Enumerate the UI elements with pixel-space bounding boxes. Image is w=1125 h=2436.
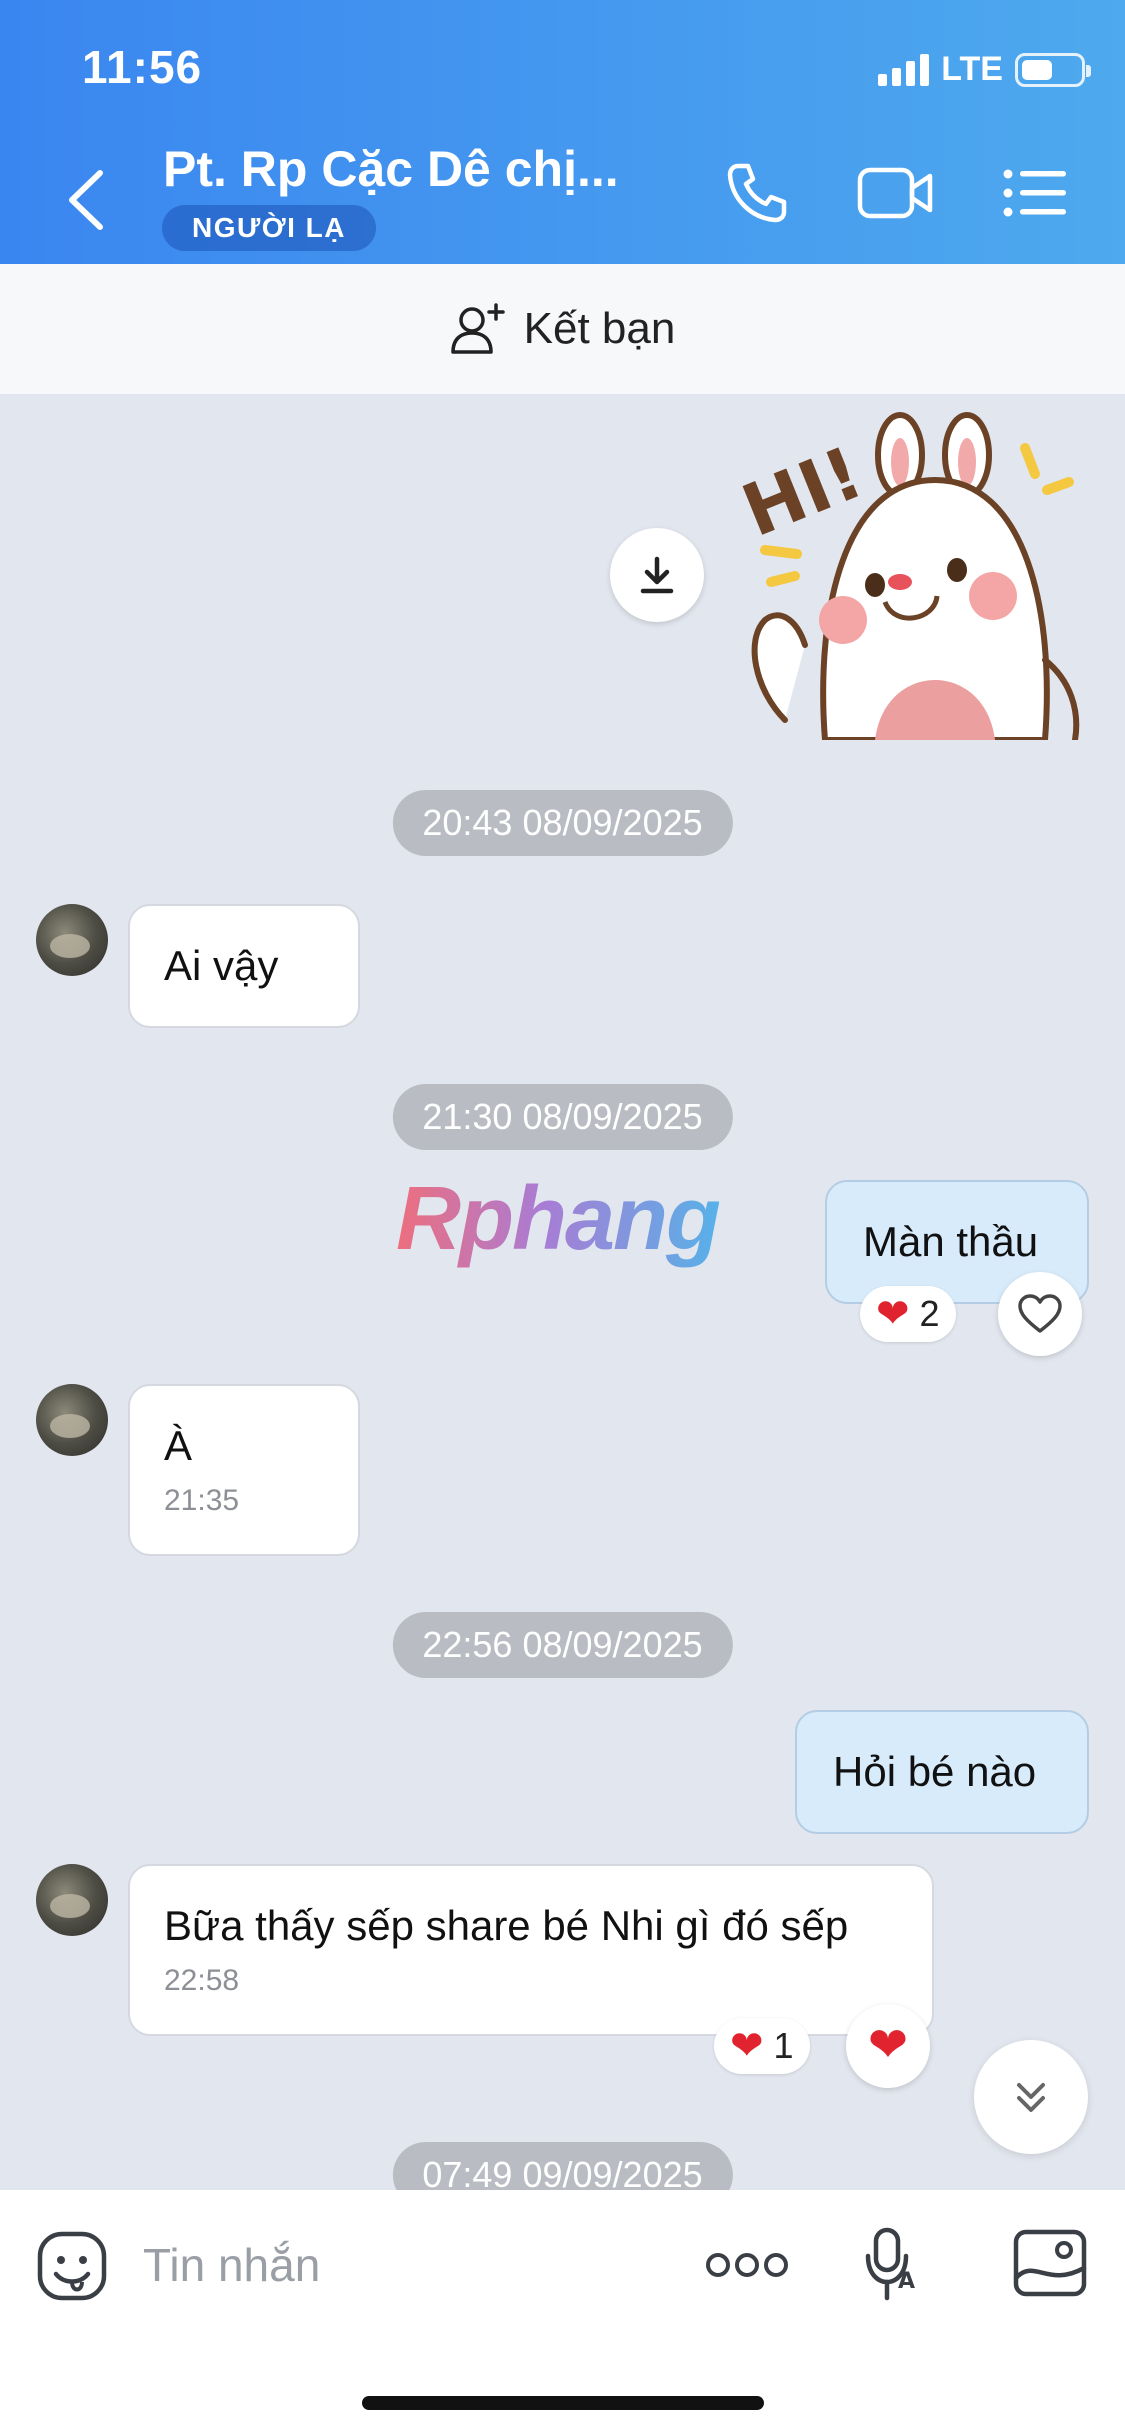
add-user-icon xyxy=(450,303,505,354)
message-text: Hỏi bé nào xyxy=(833,1748,1037,1795)
watermark-logo: Rphang xyxy=(396,1169,721,1269)
add-friend-button[interactable]: Kết bạn xyxy=(0,264,1125,394)
download-button[interactable] xyxy=(610,528,704,622)
heart-filled-icon: ❤ xyxy=(867,2019,909,2072)
video-call-icon[interactable] xyxy=(856,160,934,226)
voice-to-text-icon[interactable]: A xyxy=(864,2226,920,2306)
add-friend-label: Kết bạn xyxy=(523,304,676,353)
signal-icon xyxy=(878,53,930,86)
timestamp-pill: 21:30 08/09/2025 xyxy=(392,1084,733,1150)
avatar[interactable] xyxy=(36,904,108,976)
more-options-icon[interactable] xyxy=(706,2250,788,2280)
message-text: À xyxy=(164,1422,193,1469)
heart-icon: ❤ xyxy=(876,1292,910,1336)
message-input[interactable]: Tin nhắn xyxy=(143,2238,320,2292)
double-chevron-down-icon xyxy=(1017,2083,1045,2112)
timestamp-pill: 22:56 08/09/2025 xyxy=(392,1612,733,1678)
message-bubble-incoming[interactable]: Bữa thấy sếp share bé Nhi gì đó sếp 22:5… xyxy=(128,1864,934,2036)
message-text: Bữa thấy sếp share bé Nhi gì đó sếp xyxy=(164,1902,849,1949)
react-button[interactable]: ❤ xyxy=(846,2004,930,2088)
message-text: Ai vậy xyxy=(164,942,279,989)
menu-list-icon[interactable] xyxy=(1002,160,1068,226)
avatar[interactable] xyxy=(36,1864,108,1936)
svg-text:A: A xyxy=(898,2269,915,2294)
battery-icon xyxy=(1015,52,1091,87)
back-arrow-icon[interactable] xyxy=(62,165,112,235)
message-time: 21:35 xyxy=(164,1484,240,1517)
message-bubble-incoming[interactable]: À 21:35 xyxy=(128,1384,360,1556)
react-button[interactable] xyxy=(998,1272,1082,1356)
message-bubble-outgoing[interactable]: Hỏi bé nào xyxy=(795,1710,1089,1834)
avatar[interactable] xyxy=(36,1384,108,1456)
phone-call-icon[interactable] xyxy=(724,160,790,226)
message-text: Màn thầu xyxy=(863,1218,1039,1265)
download-icon xyxy=(640,556,674,594)
reaction-count: 2 xyxy=(919,1293,940,1334)
home-indicator xyxy=(362,2396,764,2410)
stranger-badge: NGƯỜI LẠ xyxy=(162,205,376,251)
message-bubble-incoming[interactable]: Ai vậy xyxy=(128,904,360,1028)
sticker-emoji-icon[interactable] xyxy=(36,2230,108,2302)
chat-title[interactable]: Pt. Rp Cặc Dê chị... xyxy=(163,140,619,198)
network-type: LTE xyxy=(941,50,1003,88)
status-time: 11:56 xyxy=(82,41,203,93)
hi-bunny-sticker[interactable]: HI! xyxy=(735,410,1095,740)
chat-header: 11:56 LTE Pt. Rp Cặc Dê chị... NGƯỜI LẠ xyxy=(0,0,1125,264)
reaction-count: 1 xyxy=(773,2025,794,2066)
reaction-summary[interactable]: ❤ 1 xyxy=(714,2018,810,2074)
reaction-summary[interactable]: ❤ 2 xyxy=(860,1286,956,1342)
message-time: 22:58 xyxy=(164,1964,240,1997)
status-indicators: LTE xyxy=(878,50,1091,89)
heart-outline-icon xyxy=(1018,1294,1062,1333)
timestamp-pill: 20:43 08/09/2025 xyxy=(392,790,733,856)
image-gallery-icon[interactable] xyxy=(1012,2228,1088,2298)
scroll-to-bottom-button[interactable] xyxy=(974,2040,1088,2154)
heart-icon: ❤ xyxy=(730,2024,764,2068)
